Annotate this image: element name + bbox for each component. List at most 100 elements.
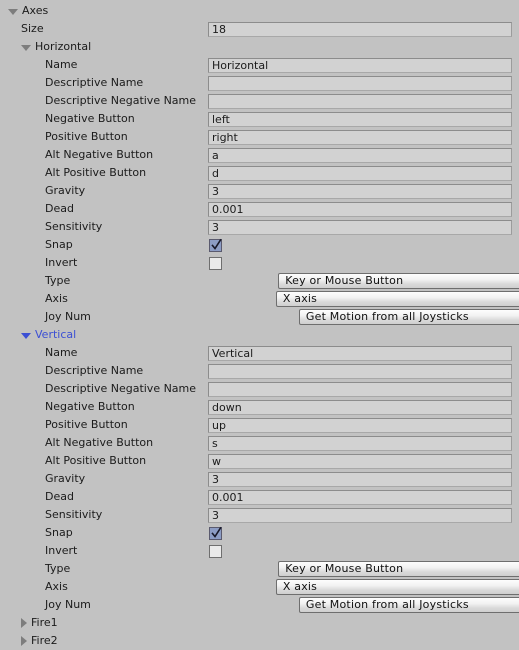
triangle-down-icon	[8, 8, 18, 15]
row-descriptive-negative-name: Descriptive Negative Name	[0, 380, 519, 398]
row-snap: Snap	[0, 236, 519, 254]
row-alt-positive-button: Alt Positive Button w	[0, 452, 519, 470]
foldout-toggle[interactable]: Fire2	[21, 632, 58, 650]
foldout-axis-fire1[interactable]: Fire1	[0, 614, 519, 632]
triangle-down-icon	[21, 44, 31, 51]
dropdown-value: Key or Mouse Button	[285, 274, 404, 287]
field-label: Joy Num	[45, 598, 91, 611]
field-label: Size	[21, 22, 44, 35]
row-positive-button: Positive Button up	[0, 416, 519, 434]
checkbox-invert[interactable]	[209, 544, 222, 558]
text-input-positive-button[interactable]: up	[208, 417, 512, 433]
field-label: Snap	[45, 526, 73, 539]
size-input[interactable]: 18	[208, 21, 512, 37]
row-joy-num: Joy Num Get Motion from all Joysticks	[0, 596, 519, 614]
foldout-label: Fire1	[31, 616, 58, 629]
field-label: Sensitivity	[45, 508, 103, 521]
dropdown-value: X axis	[282, 292, 318, 305]
text-input-negative-button[interactable]: left	[208, 111, 512, 127]
dropdown-value: X axis	[282, 580, 318, 593]
field-label: Positive Button	[45, 418, 128, 431]
text-input-descriptive-name[interactable]	[208, 363, 512, 379]
foldout-axis-fire2[interactable]: Fire2	[0, 632, 519, 650]
row-alt-positive-button: Alt Positive Button d	[0, 164, 519, 182]
dropdown-type[interactable]: Key or Mouse Button	[278, 273, 519, 289]
row-invert: Invert	[0, 542, 519, 560]
text-input-gravity[interactable]: 3	[208, 471, 512, 487]
foldout-axis-vertical[interactable]: Vertical	[0, 326, 519, 344]
row-type: Type Key or Mouse Button	[0, 560, 519, 578]
text-input-negative-button[interactable]: down	[208, 399, 512, 415]
text-input-alt-positive-button[interactable]: d	[208, 165, 512, 181]
row-name: Name Vertical	[0, 344, 519, 362]
row-axis: Axis X axis	[0, 290, 519, 308]
field-label: Invert	[45, 544, 78, 557]
foldout-label: Axes	[22, 4, 49, 17]
text-input-descriptive-name[interactable]	[208, 75, 512, 91]
field-label: Dead	[45, 202, 74, 215]
text-input-descriptive-negative-name[interactable]	[208, 93, 512, 109]
field-label: Name	[45, 346, 78, 359]
dropdown-joy-num[interactable]: Get Motion from all Joysticks	[298, 597, 519, 613]
text-input-positive-button[interactable]: right	[208, 129, 512, 145]
text-input-alt-positive-button[interactable]: w	[208, 453, 512, 469]
checkmark-icon	[211, 238, 222, 250]
row-positive-button: Positive Button right	[0, 128, 519, 146]
text-input-dead[interactable]: 0.001	[208, 201, 512, 217]
text-input-gravity[interactable]: 3	[208, 183, 512, 199]
triangle-right-icon	[21, 636, 27, 646]
foldout-axis-horizontal[interactable]: Horizontal	[0, 38, 519, 56]
foldout-label: Horizontal	[35, 40, 92, 53]
row-invert: Invert	[0, 254, 519, 272]
foldout-toggle[interactable]: Horizontal	[21, 38, 91, 56]
row-axis: Axis X axis	[0, 578, 519, 596]
dropdown-type[interactable]: Key or Mouse Button	[278, 561, 519, 577]
dropdown-axis[interactable]: X axis	[275, 579, 519, 595]
field-label: Invert	[45, 256, 78, 269]
field-label: Snap	[45, 238, 73, 251]
row-type: Type Key or Mouse Button	[0, 272, 519, 290]
foldout-axes[interactable]: Axes	[0, 2, 519, 20]
row-name: Name Horizontal	[0, 56, 519, 74]
foldout-toggle[interactable]: Axes	[8, 2, 48, 20]
field-label: Axis	[45, 580, 68, 593]
field-label: Gravity	[45, 472, 86, 485]
dropdown-joy-num[interactable]: Get Motion from all Joysticks	[298, 309, 519, 325]
text-input-name[interactable]: Horizontal	[208, 57, 512, 73]
field-label: Positive Button	[45, 130, 128, 143]
row-gravity: Gravity 3	[0, 182, 519, 200]
field-label: Negative Button	[45, 400, 135, 413]
field-label: Gravity	[45, 184, 86, 197]
checkbox-invert[interactable]	[209, 256, 222, 270]
checkbox-snap[interactable]	[209, 526, 222, 540]
checkmark-icon	[211, 526, 222, 538]
text-input-sensitivity[interactable]: 3	[208, 507, 512, 523]
row-sensitivity: Sensitivity 3	[0, 506, 519, 524]
text-input-dead[interactable]: 0.001	[208, 489, 512, 505]
foldout-label: Fire2	[31, 634, 58, 647]
field-label: Alt Negative Button	[45, 436, 154, 449]
row-alt-negative-button: Alt Negative Button s	[0, 434, 519, 452]
field-label: Axis	[45, 292, 68, 305]
checkbox-snap[interactable]	[209, 238, 222, 252]
triangle-down-icon	[21, 332, 31, 339]
field-label: Descriptive Negative Name	[45, 382, 197, 395]
dropdown-value: Get Motion from all Joysticks	[305, 310, 469, 323]
text-input-name[interactable]: Vertical	[208, 345, 512, 361]
row-gravity: Gravity 3	[0, 470, 519, 488]
text-input-descriptive-negative-name[interactable]	[208, 381, 512, 397]
foldout-toggle[interactable]: Fire1	[21, 614, 58, 632]
row-negative-button: Negative Button down	[0, 398, 519, 416]
row-descriptive-negative-name: Descriptive Negative Name	[0, 92, 519, 110]
text-input-sensitivity[interactable]: 3	[208, 219, 512, 235]
foldout-toggle[interactable]: Vertical	[21, 326, 76, 344]
row-negative-button: Negative Button left	[0, 110, 519, 128]
field-label: Alt Negative Button	[45, 148, 154, 161]
dropdown-axis[interactable]: X axis	[275, 291, 519, 307]
dropdown-value: Get Motion from all Joysticks	[305, 598, 469, 611]
row-dead: Dead 0.001	[0, 488, 519, 506]
input-manager-panel: Axes Size 18 Horizontal Name Horizontal Descri…	[0, 0, 519, 649]
text-input-alt-negative-button[interactable]: a	[208, 147, 512, 163]
field-label: Name	[45, 58, 78, 71]
text-input-alt-negative-button[interactable]: s	[208, 435, 512, 451]
